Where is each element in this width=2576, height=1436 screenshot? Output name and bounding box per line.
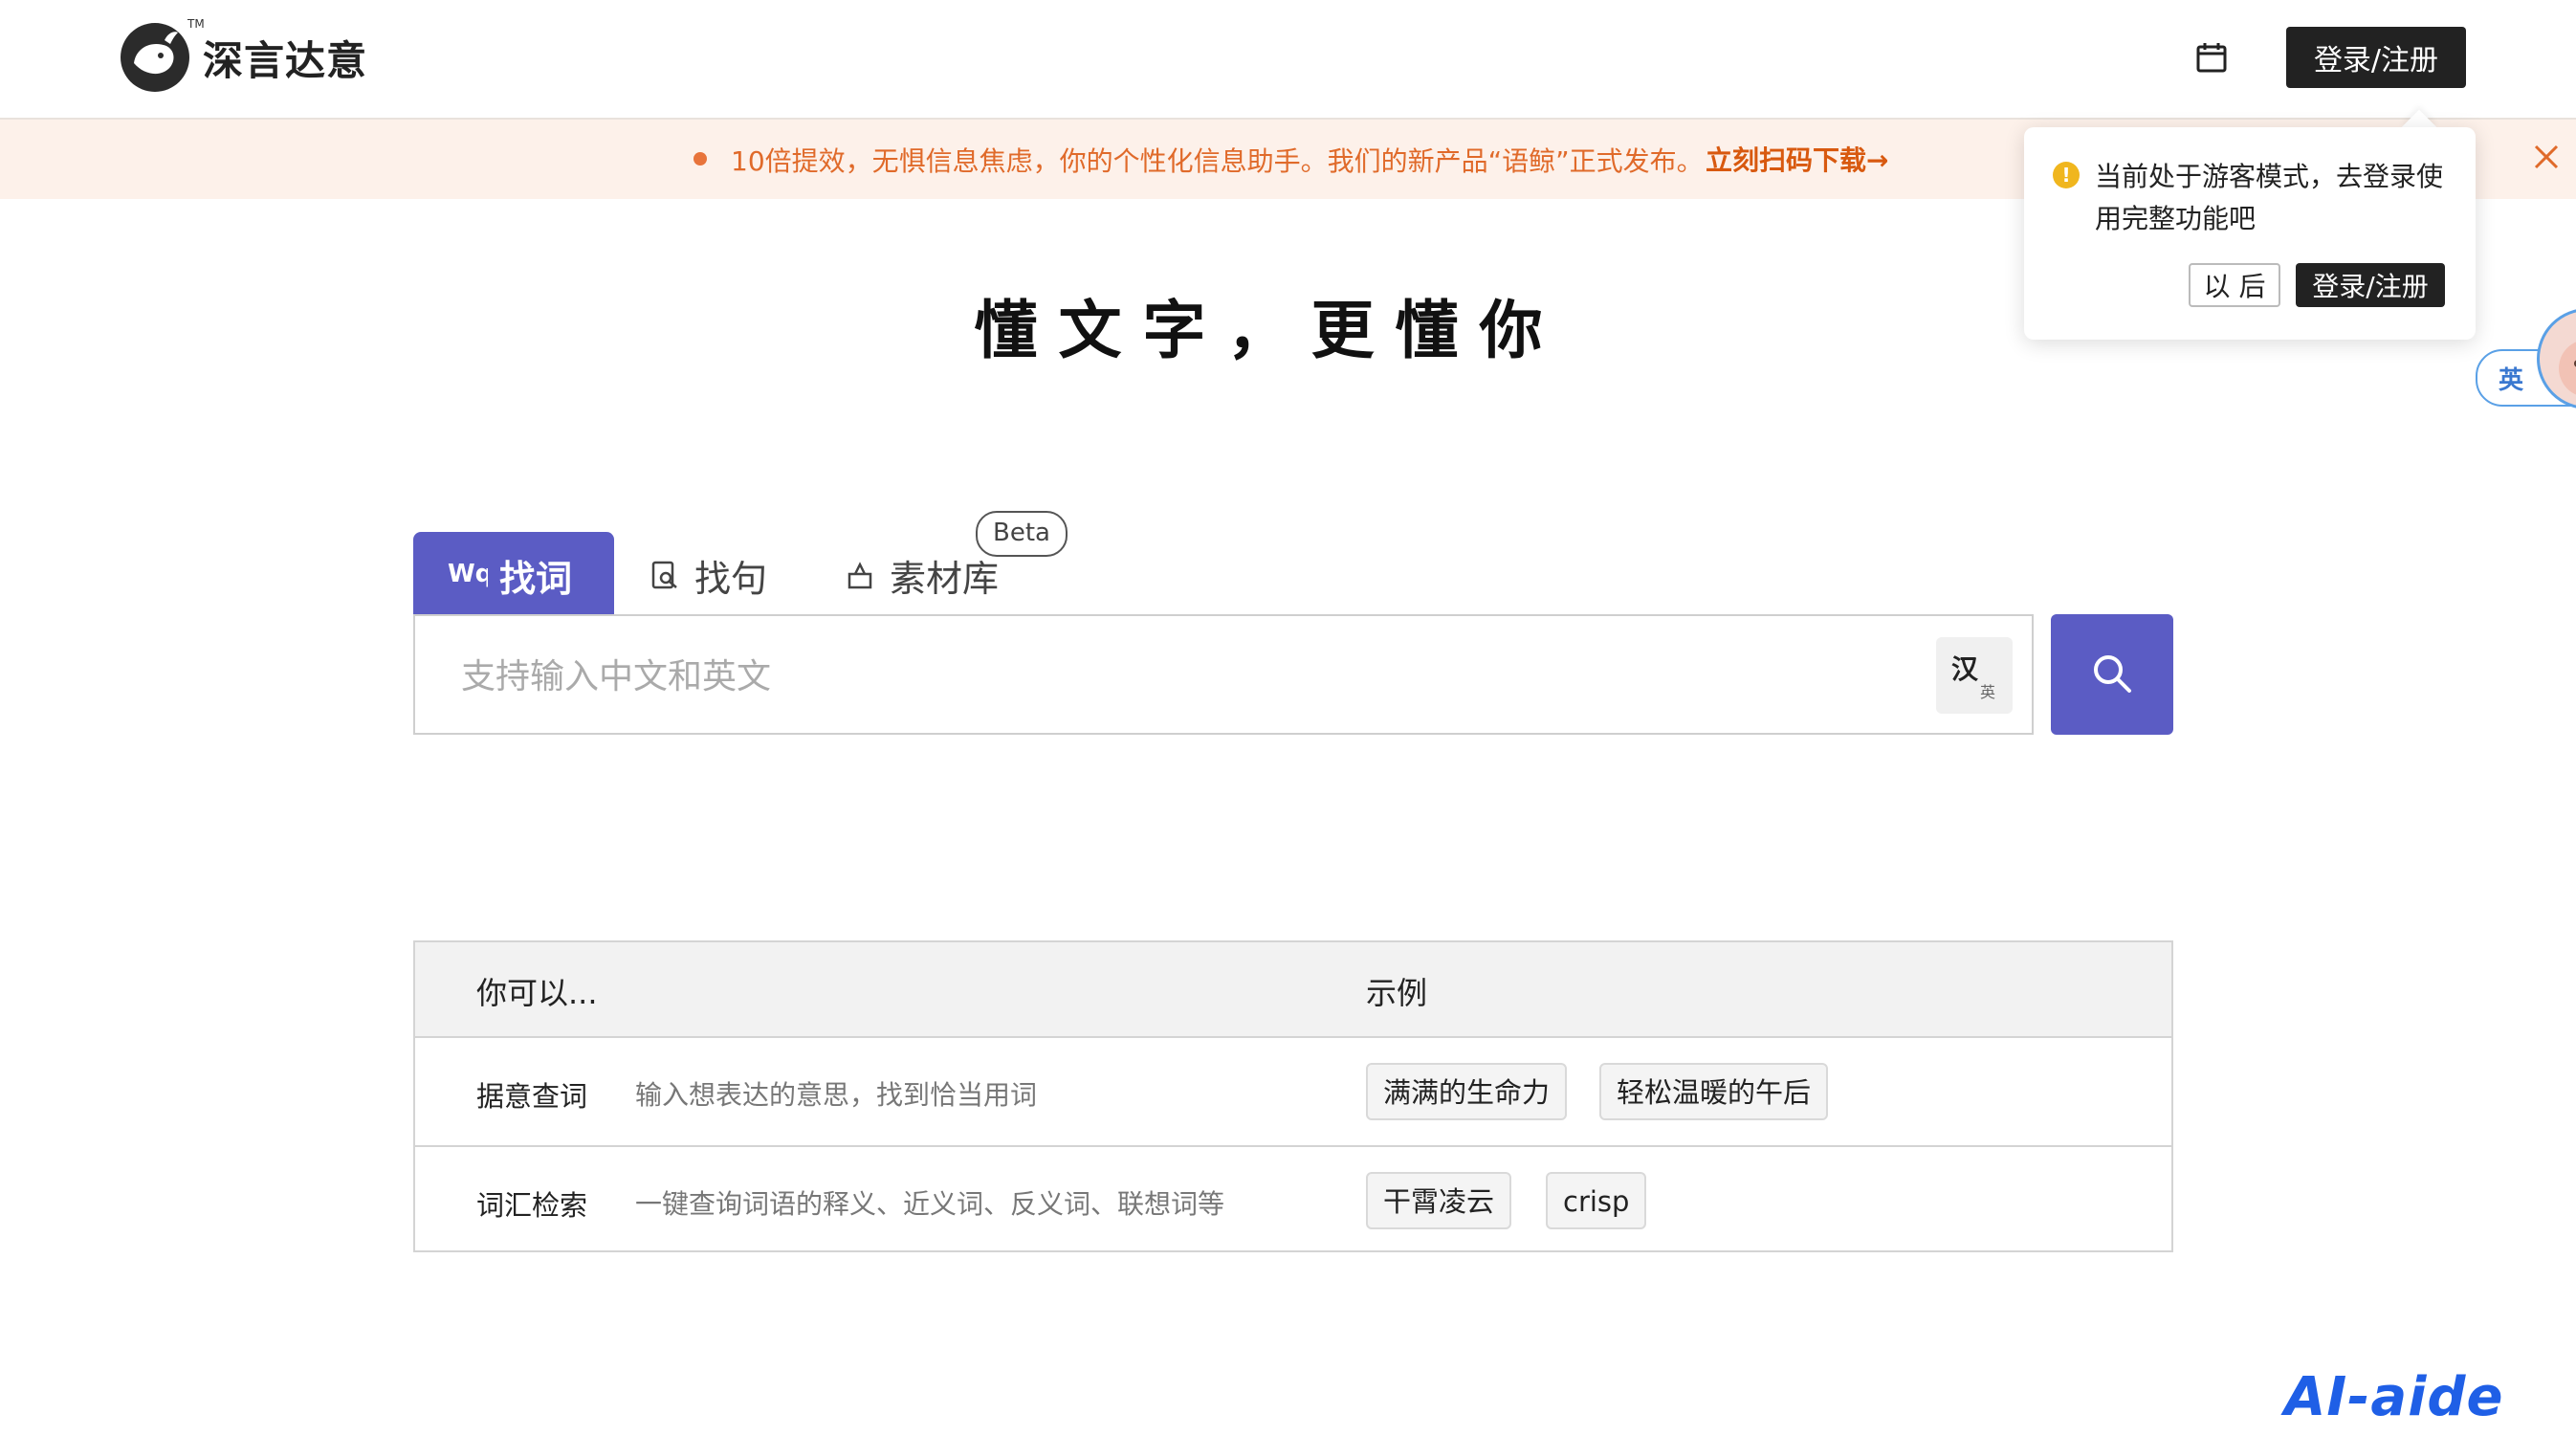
language-switch-button[interactable]: 汉 英 bbox=[1936, 637, 2013, 714]
usage-tips-table: 你可以... 示例 据意查词 输入想表达的意思，找到恰当用词 满满的生命力 轻松… bbox=[413, 940, 2173, 1252]
page-slogan: 懂文字，更懂你 bbox=[974, 293, 1564, 367]
brand-name[interactable]: 深言达意 bbox=[203, 29, 367, 87]
table-row: 词汇检索 一键查询词语的释义、近义词、反义词、联想词等 干霄凌云 crisp bbox=[415, 1147, 2171, 1254]
example-chip[interactable]: 轻松温暖的午后 bbox=[1599, 1063, 1829, 1120]
example-chip[interactable]: crisp bbox=[1546, 1172, 1647, 1229]
search-input[interactable] bbox=[459, 643, 1898, 710]
close-icon[interactable] bbox=[2531, 142, 2562, 172]
tab-label: 找词 bbox=[499, 558, 573, 600]
banner-download-link[interactable]: 立刻扫码下载→ bbox=[1706, 140, 1888, 178]
lang-from-label: 汉 bbox=[1951, 653, 1979, 685]
tab-label: 找句 bbox=[694, 558, 768, 600]
sentence-search-icon bbox=[651, 561, 677, 589]
table-row: 据意查词 输入想表达的意思，找到恰当用词 满满的生命力 轻松温暖的午后 bbox=[415, 1038, 2171, 1147]
material-library-icon bbox=[848, 562, 872, 589]
warning-icon: ! bbox=[2053, 162, 2080, 188]
column-header-example: 示例 bbox=[1366, 975, 1428, 1011]
feature-name: 词汇检索 bbox=[476, 1189, 588, 1222]
tab-find-word[interactable]: Wq 找词 bbox=[413, 532, 614, 614]
calendar-icon[interactable] bbox=[2194, 40, 2229, 75]
search-button[interactable] bbox=[2051, 614, 2173, 735]
search-icon bbox=[2094, 654, 2131, 693]
example-chip[interactable]: 满满的生命力 bbox=[1366, 1063, 1568, 1120]
tips-header: 你可以... 示例 bbox=[415, 942, 2171, 1038]
header-login-button[interactable]: 登录/注册 bbox=[2286, 27, 2466, 88]
top-header: TM 深言达意 登录/注册 bbox=[0, 0, 2576, 120]
feature-name: 据意查词 bbox=[476, 1080, 588, 1113]
popover-message: 当前处于游客模式，去登录使用完整功能吧 bbox=[2095, 161, 2444, 234]
lang-to-label: 英 bbox=[1980, 683, 1996, 701]
beta-badge: Beta bbox=[976, 511, 1068, 557]
word-tab-icon: Wq bbox=[448, 560, 488, 587]
tab-label: 素材库 bbox=[890, 558, 1000, 600]
example-chip[interactable]: 干霄凌云 bbox=[1366, 1172, 1512, 1229]
banner-text: 10倍提效，无惧信息焦虑，你的个性化信息助手。我们的新产品“语鲸”正式发布。 bbox=[731, 145, 1704, 177]
feature-description: 输入想表达的意思，找到恰当用词 bbox=[635, 1079, 1038, 1111]
svg-text:Wq: Wq bbox=[448, 560, 488, 587]
feature-description: 一键查询词语的释义、近义词、反义词、联想词等 bbox=[635, 1188, 1225, 1220]
column-header-you-can: 你可以... bbox=[476, 975, 598, 1011]
search-box: 汉 英 bbox=[413, 614, 2034, 735]
whale-logo-icon[interactable] bbox=[119, 21, 191, 94]
banner-dot-icon bbox=[694, 152, 707, 166]
ai-aide-watermark: AI-aide bbox=[2284, 1366, 2504, 1428]
